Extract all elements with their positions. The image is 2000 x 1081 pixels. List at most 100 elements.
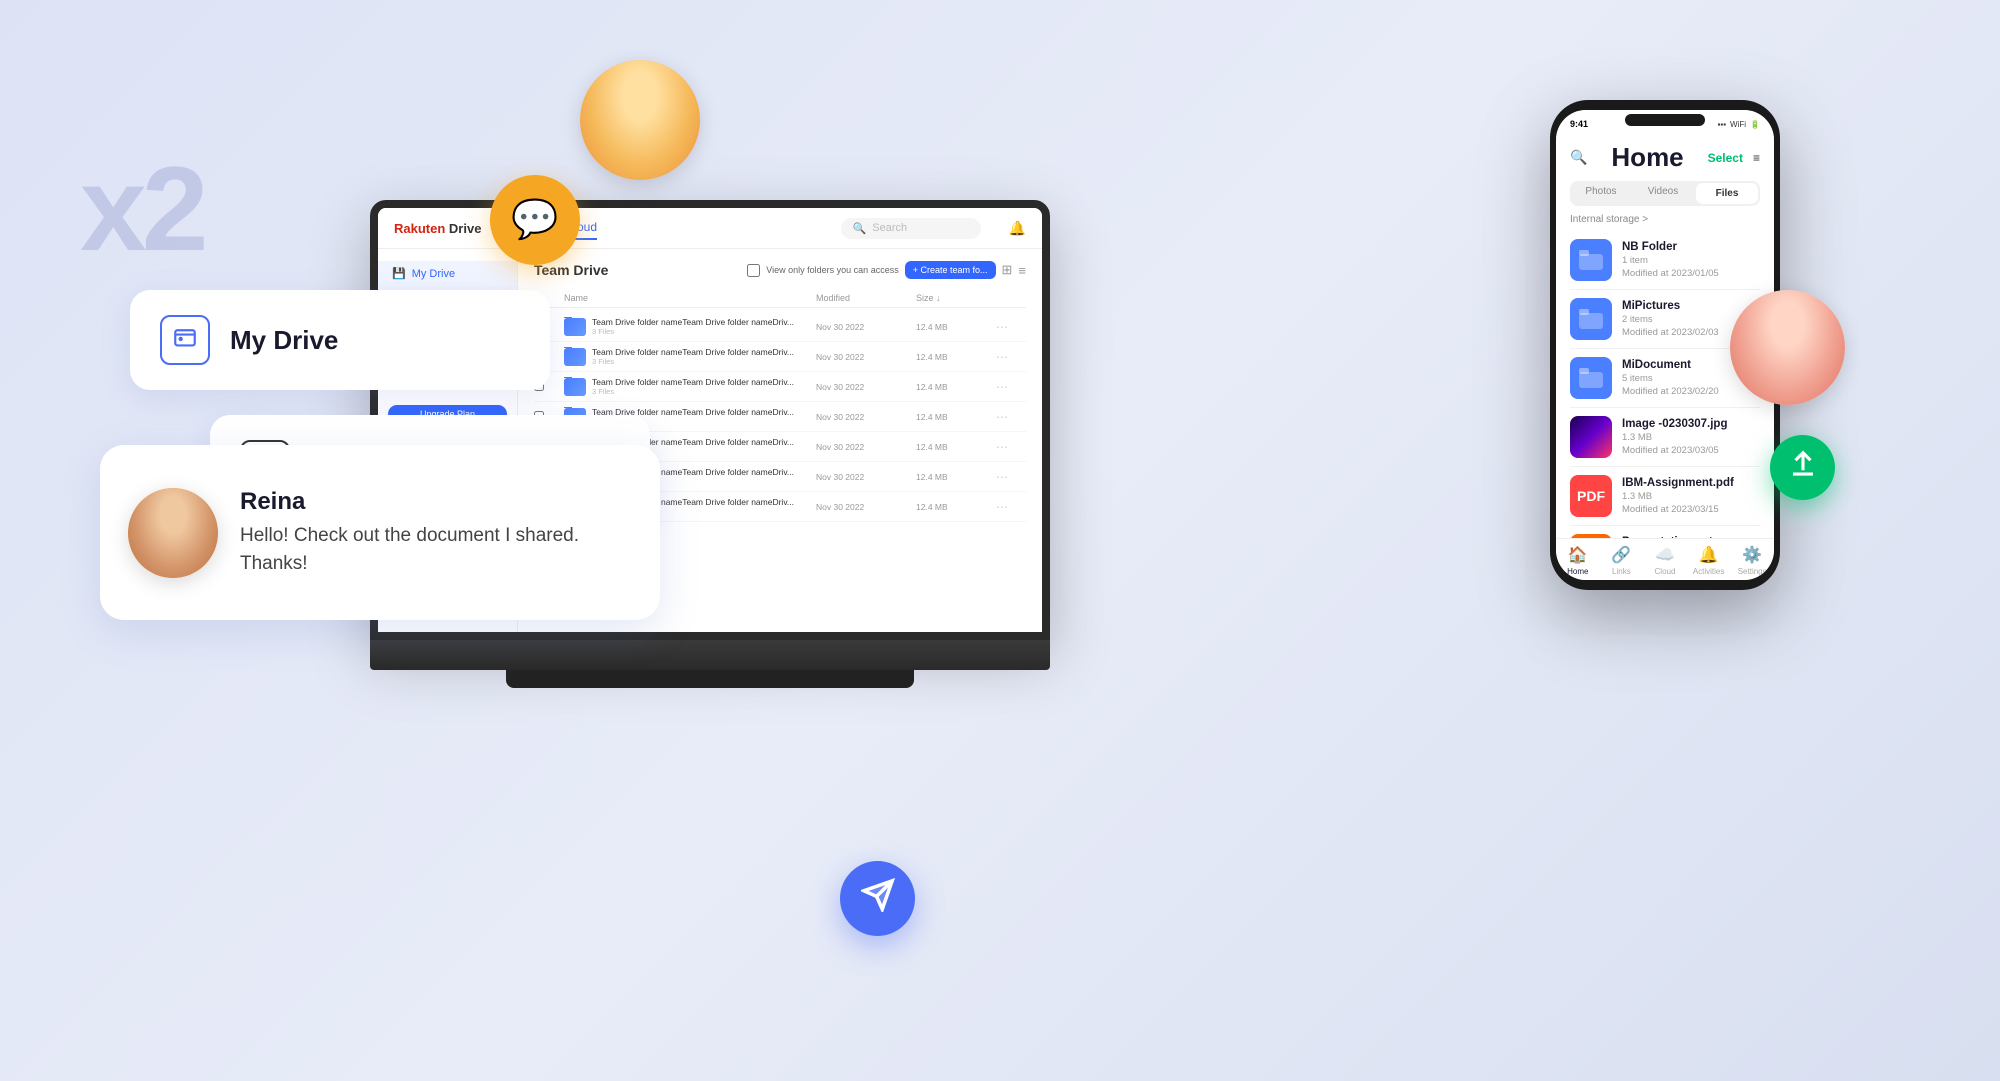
nav-activities[interactable]: 🔔 Activities — [1687, 545, 1731, 576]
phone-tabs: Photos Videos Files — [1570, 181, 1760, 206]
col-modified: Modified — [816, 293, 916, 303]
row-date-1: Nov 30 2022 — [816, 352, 916, 362]
activities-nav-label: Activities — [1693, 567, 1725, 576]
row-name-2: Team Drive folder nameTeam Drive folder … — [592, 377, 794, 387]
file-date-0: Modified at 2023/01/05 — [1622, 268, 1760, 279]
chat-avatar — [128, 488, 218, 578]
search-icon: 🔍 — [853, 222, 867, 235]
phone-home-title: Home — [1611, 142, 1683, 173]
section-title: Team Drive — [534, 262, 608, 278]
folder-thumb-2 — [1570, 357, 1612, 399]
phone-file-item-3[interactable]: Image -0230307.jpg 1.3 MB Modified at 20… — [1570, 408, 1760, 467]
row-more-4[interactable]: ⋯ — [996, 440, 1026, 454]
nav-cloud[interactable]: ☁️ Cloud — [1643, 545, 1687, 576]
upload-fab-button[interactable] — [1770, 435, 1835, 500]
phone-search-icon[interactable]: 🔍 — [1570, 149, 1587, 166]
row-size-3: 12.4 MB — [916, 412, 996, 422]
file-info-0: NB Folder 1 item Modified at 2023/01/05 — [1622, 241, 1760, 279]
status-icons: ▪▪▪ WiFi 🔋 — [1718, 120, 1760, 129]
file-meta-3: 1.3 MB — [1622, 432, 1760, 443]
phone-file-item-5[interactable]: P Presentation.ppt 1.3 MB Modified at 20… — [1570, 526, 1760, 538]
row-more-6[interactable]: ⋯ — [996, 500, 1026, 514]
col-size: Size ↓ — [916, 293, 996, 303]
phone-breadcrumb[interactable]: Internal storage > — [1556, 214, 1774, 231]
chat-card: Reina Hello! Check out the document I sh… — [100, 445, 660, 620]
message-bubble-button[interactable]: 💬 — [490, 175, 580, 265]
folder-icon-1 — [564, 348, 586, 366]
row-size-5: 12.4 MB — [916, 472, 996, 482]
file-info-3: Image -0230307.jpg 1.3 MB Modified at 20… — [1622, 418, 1760, 456]
chat-message-text: Hello! Check out the document I shared. … — [240, 522, 632, 577]
laptop-base — [370, 640, 1050, 670]
file-name-1: MiPictures — [1622, 300, 1760, 312]
send-button[interactable] — [840, 861, 915, 936]
cloud-nav-icon: ☁️ — [1655, 545, 1675, 565]
grid-view-icon[interactable]: ⊞ — [1002, 262, 1013, 278]
sidebar-my-drive-label: My Drive — [412, 268, 455, 280]
view-only-checkbox[interactable] — [747, 264, 760, 277]
status-time: 9:41 — [1570, 119, 1588, 129]
table-row[interactable]: Team Drive folder nameTeam Drive folder … — [534, 312, 1026, 342]
phone-app-header: 🔍 Home Select ≡ — [1556, 138, 1774, 181]
file-meta-0: 1 item — [1622, 255, 1760, 266]
row-more-1[interactable]: ⋯ — [996, 350, 1026, 364]
message-icon: 💬 — [511, 198, 558, 242]
links-nav-icon: 🔗 — [1611, 545, 1631, 565]
links-nav-label: Links — [1612, 567, 1631, 576]
row-more-2[interactable]: ⋯ — [996, 380, 1026, 394]
file-date-2: Modified at 2023/02/20 — [1622, 386, 1760, 397]
notification-bell-icon[interactable]: 🔔 — [1009, 220, 1026, 237]
table-row[interactable]: Team Drive folder nameTeam Drive folder … — [534, 372, 1026, 402]
nav-settings[interactable]: ⚙️ Settings — [1730, 545, 1774, 576]
view-only-label: View only folders you can access — [766, 265, 898, 275]
tab-photos[interactable]: Photos — [1570, 181, 1632, 206]
phone-file-item-4[interactable]: PDF IBM-Assignment.pdf 1.3 MB Modified a… — [1570, 467, 1760, 526]
row-size-2: 12.4 MB — [916, 382, 996, 392]
create-team-button[interactable]: + Create team fo... — [905, 261, 996, 279]
right-person-avatar — [1730, 290, 1845, 405]
row-files-0: 3 Files — [592, 327, 794, 336]
folder-icon-0 — [564, 318, 586, 336]
folder-thumb-1 — [1570, 298, 1612, 340]
list-view-icon[interactable]: ≡ — [1018, 263, 1026, 278]
nav-home[interactable]: 🏠 Home — [1556, 545, 1600, 576]
battery-icon: 🔋 — [1750, 120, 1760, 129]
row-more-0[interactable]: ⋯ — [996, 320, 1026, 334]
signal-icon: ▪▪▪ — [1718, 120, 1727, 129]
activities-nav-icon: 🔔 — [1699, 545, 1719, 565]
row-size-4: 12.4 MB — [916, 442, 996, 452]
row-size-0: 12.4 MB — [916, 322, 996, 332]
folder-icon-2 — [564, 378, 586, 396]
settings-nav-icon: ⚙️ — [1742, 545, 1762, 565]
phone-file-item-0[interactable]: NB Folder 1 item Modified at 2023/01/05 — [1570, 231, 1760, 290]
phone-notch — [1625, 114, 1705, 126]
nav-links[interactable]: 🔗 Links — [1600, 545, 1644, 576]
pdf-thumb-4: PDF — [1570, 475, 1612, 517]
app-logo: Rakuten Drive — [394, 221, 481, 236]
phone-menu-icon[interactable]: ≡ — [1753, 151, 1760, 165]
file-name-3: Image -0230307.jpg — [1622, 418, 1760, 430]
upload-icon — [1788, 449, 1818, 486]
main-header: Team Drive View only folders you can acc… — [534, 261, 1026, 279]
row-files-1: 3 Files — [592, 357, 794, 366]
search-placeholder: Search — [872, 222, 907, 234]
phone-select-button[interactable]: Select — [1708, 151, 1743, 165]
chat-sender-name: Reina — [240, 488, 632, 516]
row-more-5[interactable]: ⋯ — [996, 470, 1026, 484]
row-date-0: Nov 30 2022 — [816, 322, 916, 332]
col-name: Name — [564, 293, 816, 303]
my-drive-icon — [160, 315, 210, 365]
tab-videos[interactable]: Videos — [1632, 181, 1694, 206]
table-header: Name Modified Size ↓ — [534, 289, 1026, 308]
search-bar[interactable]: 🔍 Search — [841, 218, 981, 239]
phone-bottom-nav: 🏠 Home 🔗 Links ☁️ Cloud 🔔 Activities — [1556, 538, 1774, 580]
my-drive-label: My Drive — [230, 325, 338, 356]
sidebar-item-my-drive[interactable]: 💾 My Drive — [378, 261, 517, 286]
tab-files[interactable]: Files — [1696, 183, 1758, 204]
table-row[interactable]: Team Drive folder nameTeam Drive folder … — [534, 342, 1026, 372]
my-drive-card[interactable]: My Drive — [130, 290, 550, 390]
row-date-4: Nov 30 2022 — [816, 442, 916, 452]
row-more-3[interactable]: ⋯ — [996, 410, 1026, 424]
row-date-2: Nov 30 2022 — [816, 382, 916, 392]
home-nav-icon: 🏠 — [1568, 545, 1588, 565]
